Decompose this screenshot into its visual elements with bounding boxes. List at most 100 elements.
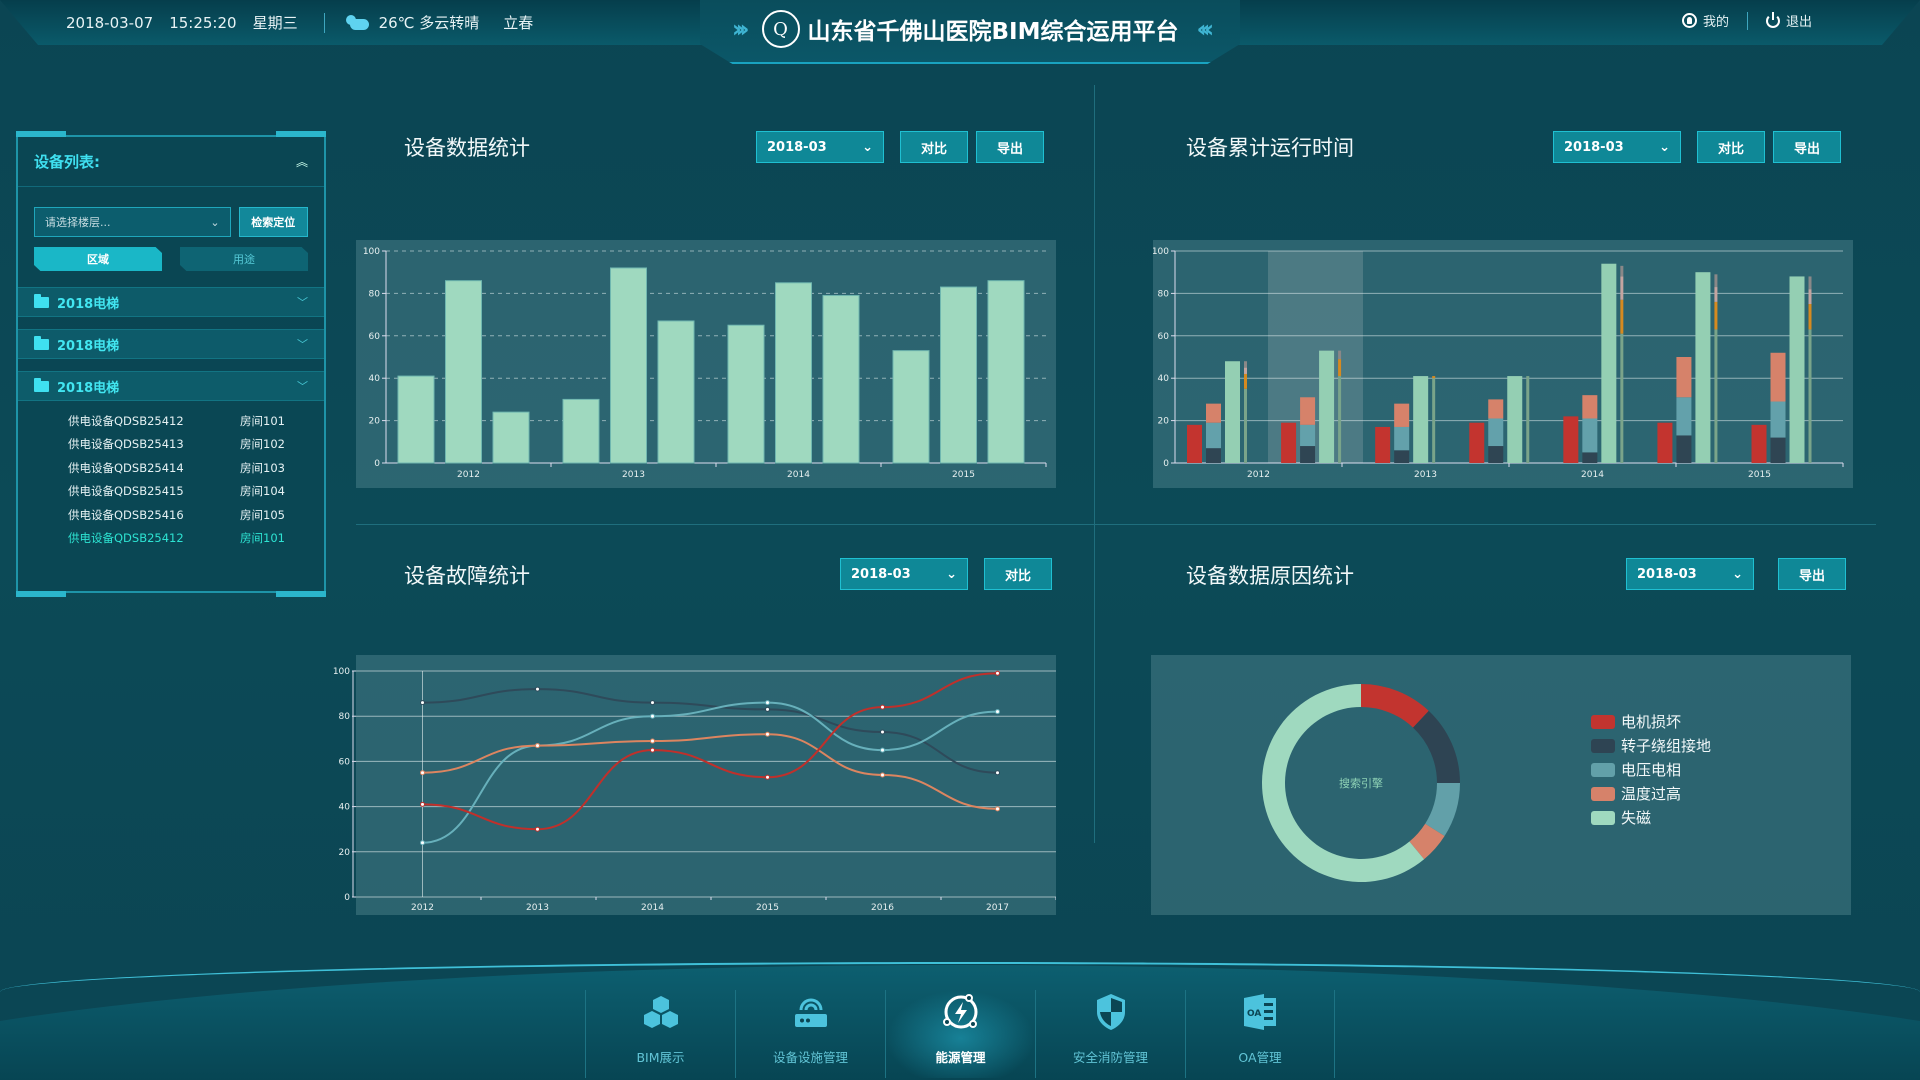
legend-label: 温度过高 [1621,785,1681,803]
floor-select-placeholder: 请选择楼层... [45,216,111,229]
bar [892,350,930,464]
bar-stack-segment [1676,357,1692,398]
runtime-month-select[interactable]: 2018-03 ⌄ [1553,131,1681,163]
bar-thin-segment [1714,274,1718,288]
nav-oa[interactable]: OA OA管理 [1185,990,1335,1078]
chevron-down-icon: ⌄ [946,566,957,582]
bar [562,398,600,464]
x-tick-label: 2015 [1748,470,1771,480]
stats-chart: 0 20 40 60 80 100 2012 2013 2014 2015 [356,240,1056,488]
bar-red [1375,426,1391,463]
collapse-icon[interactable]: ︽ [296,153,308,170]
data-point [535,743,540,749]
stats-export-button[interactable]: 导出 [976,131,1044,163]
chevrons-right-icon: ››› [731,15,750,43]
device-room: 房间101 [240,531,285,546]
runtime-export-button[interactable]: 导出 [1773,131,1841,163]
bar-stack-segment [1300,424,1316,447]
device-room: 房间101 [240,413,285,428]
y-tick-label: 80 [369,289,381,299]
data-point [650,747,655,753]
y-tick-label: 100 [1153,247,1169,257]
device-item[interactable]: 供电设备QDSB25414 房间103 [68,456,324,480]
y-tick-label: 40 [1158,374,1170,384]
tab-usage[interactable]: 用途 [180,247,308,271]
corner-decoration [276,131,326,137]
x-tick-label: 2013 [526,903,549,913]
y-tick-label: 60 [369,332,381,342]
bar [397,375,435,464]
chevron-down-icon: ⌄ [1732,566,1743,582]
runtime-compare-button[interactable]: 对比 [1697,131,1765,163]
device-item[interactable]: 供电设备QDSB25412 房间101 [68,409,324,433]
y-tick-label: 100 [333,667,350,677]
x-tick-label: 2013 [622,470,645,480]
mine-label: 我的 [1702,15,1729,30]
device-item[interactable]: 供电设备QDSB25415 房间104 [68,480,324,504]
nav-equipment[interactable]: 设备设施管理 [735,990,885,1078]
x-tick-label: 2012 [411,903,434,913]
bar [445,280,482,464]
bar-thin-segment [1714,287,1718,302]
legend-label: 电压电相 [1621,761,1681,779]
nav-bim[interactable]: BIM展示 [585,990,735,1078]
bar [657,320,695,464]
series-line [422,688,998,774]
group-item[interactable]: 2018电梯 ﹀ [18,287,324,317]
bar-green [1319,350,1335,463]
bar-thin-segment [1808,289,1812,304]
causes-month-select[interactable]: 2018-03 ⌄ [1626,558,1754,590]
group-item[interactable]: 2018电梯 ﹀ [18,329,324,359]
logout-button[interactable]: 退出 [1765,11,1812,30]
x-tick-label: 2015 [756,903,779,913]
bar-stack-segment [1394,403,1410,427]
y-tick-label: 80 [339,712,351,722]
bar-red [1187,424,1202,463]
nav-energy[interactable]: 能源管理 [885,990,1035,1078]
device-list: 供电设备QDSB25412 房间101 供电设备QDSB25413 房间102 供电… [18,401,324,550]
data-point [420,801,425,807]
tab-area[interactable]: 区域 [34,247,162,271]
time: 15:25:20 [169,13,237,32]
stats-month-select[interactable]: 2018-03 ⌄ [756,131,884,163]
bar-thin-segment [1620,276,1624,300]
device-item[interactable]: 供电设备QDSB25416 房间105 [68,503,324,527]
month-value: 2018-03 [851,566,911,582]
device-room: 房间102 [240,437,285,452]
x-tick-label: 2012 [457,470,480,480]
faults-month-select[interactable]: 2018-03 ⌄ [840,558,968,590]
x-tick-label: 2015 [952,470,975,480]
causes-export-button[interactable]: 导出 [1778,558,1846,590]
y-tick-label: 20 [1158,417,1170,427]
stats-compare-button[interactable]: 对比 [900,131,968,163]
bar-thin-segment [1526,376,1530,463]
legend-swatch [1591,763,1615,777]
faults-compare-button[interactable]: 对比 [984,558,1052,590]
device-item-selected[interactable]: 供电设备QDSB25412 房间101 [68,527,324,551]
bar [987,280,1025,464]
bar-thin-segment [1714,329,1718,463]
x-tick-label: 2012 [1247,470,1270,480]
nav-safety[interactable]: 安全消防管理 [1035,990,1185,1078]
device-item[interactable]: 供电设备QDSB25413 房间102 [68,433,324,457]
bar-stack-segment [1300,446,1316,463]
locate-button[interactable]: 检索定位 [238,207,308,237]
floor-select[interactable]: 请选择楼层... ⌄ [34,207,231,237]
data-point [880,704,885,710]
donut-center-label: 搜索引擎 [1339,776,1383,790]
series-line [422,701,998,844]
donut-slice [1361,684,1429,728]
partly-cloudy-icon [345,14,369,31]
bar-stack-segment [1206,403,1221,423]
mine-button[interactable]: 我的 [1681,11,1729,30]
data-point [650,700,655,706]
nav-label: BIM展示 [636,1050,685,1065]
nav-label: 设备设施管理 [772,1050,848,1065]
corner-decoration [16,591,66,597]
causes-donut-chart: 搜索引擎 电机损坏转子绕组接地电压电相温度过高失磁 [1262,684,1711,882]
data-point [420,700,425,706]
bar-green [1225,361,1240,463]
bar-red [1281,422,1297,463]
group-item[interactable]: 2018电梯 ﹀ [18,371,324,401]
data-point [880,747,885,753]
